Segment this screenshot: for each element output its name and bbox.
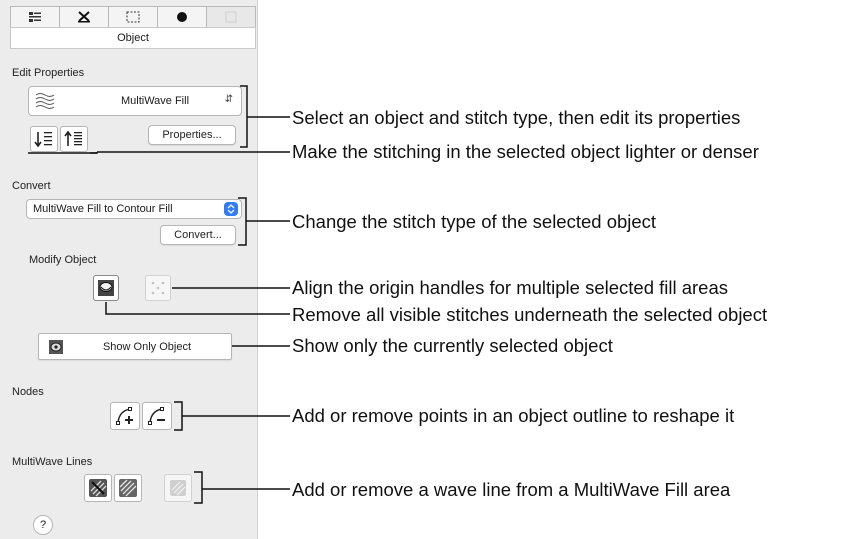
remove-node-button[interactable]: [142, 402, 172, 430]
convert-heading: Convert: [12, 180, 51, 192]
remove-wave-line-button[interactable]: [114, 474, 142, 502]
remove-underlying-icon: [98, 280, 114, 296]
multiwave-lines-heading: MultiWave Lines: [12, 456, 93, 468]
convert-select-value: MultiWave Fill to Contour Fill: [33, 203, 173, 215]
properties-button[interactable]: Properties...: [148, 125, 236, 145]
align-origins-icon: [151, 281, 165, 295]
convert-button[interactable]: Convert...: [160, 225, 236, 245]
align-origins-button[interactable]: [145, 275, 171, 301]
show-only-object-button[interactable]: Show Only Object: [38, 333, 232, 360]
select-rect-icon: [126, 11, 140, 23]
add-node-button[interactable]: [110, 402, 140, 430]
callout-multiwave-lines: Add or remove a wave line from a MultiWa…: [292, 479, 731, 500]
add-wave-line-icon: [89, 479, 107, 497]
tab-render[interactable]: [158, 7, 207, 27]
callout-show-only: Show only the currently selected object: [292, 335, 613, 356]
callout-edit-properties: Select an object and stitch type, then e…: [292, 107, 741, 128]
tab-selection[interactable]: [109, 7, 158, 27]
nodes-heading: Nodes: [12, 386, 44, 398]
chevron-updown-icon: [224, 202, 238, 216]
wave-line-option-icon: [170, 480, 186, 496]
remove-wave-line-icon: [119, 479, 137, 497]
stitch-type-dropdown[interactable]: MultiWave Fill ⇵: [28, 86, 242, 116]
list-icon: [29, 12, 41, 22]
modify-object-heading: Modify Object: [29, 254, 97, 266]
panel-title: Object: [10, 27, 256, 49]
callout-remove-underlying: Remove all visible stitches underneath t…: [292, 304, 768, 325]
denser-density-button[interactable]: [60, 126, 88, 152]
tab-tools[interactable]: [60, 7, 109, 27]
stitch-type-value: MultiWave Fill: [120, 95, 190, 107]
remove-underlying-button[interactable]: [93, 275, 119, 301]
callout-align-origins: Align the origin handles for multiple se…: [292, 277, 729, 298]
callout-density: Make the stitching in the selected objec…: [292, 141, 759, 162]
density-lighter-icon: [34, 132, 52, 148]
callout-convert: Change the stitch type of the selected o…: [292, 211, 657, 232]
lighter-density-button[interactable]: [30, 126, 58, 152]
callout-nodes: Add or remove points in an object outlin…: [292, 405, 735, 426]
show-only-label: Show Only Object: [102, 340, 192, 353]
object-panel: Object Edit Properties MultiWave Fill ⇵ …: [0, 0, 258, 539]
density-denser-icon: [64, 130, 82, 146]
chevron-updown-icon: ⇵: [224, 94, 233, 105]
help-button[interactable]: ?: [33, 515, 53, 535]
blank-tab-icon: [225, 11, 237, 23]
add-node-icon: [116, 407, 133, 425]
edit-properties-heading: Edit Properties: [12, 67, 85, 79]
tab-object[interactable]: [207, 7, 255, 27]
panel-tab-bar: [10, 6, 256, 27]
remove-node-icon: [148, 407, 165, 425]
convert-select[interactable]: MultiWave Fill to Contour Fill: [26, 199, 242, 219]
wave-line-option-button[interactable]: [164, 474, 192, 502]
tab-list[interactable]: [11, 7, 60, 27]
sphere-icon: [177, 12, 187, 22]
scissors-icon: [78, 11, 90, 23]
show-only-icon: [49, 340, 63, 354]
add-wave-line-button[interactable]: [84, 474, 112, 502]
